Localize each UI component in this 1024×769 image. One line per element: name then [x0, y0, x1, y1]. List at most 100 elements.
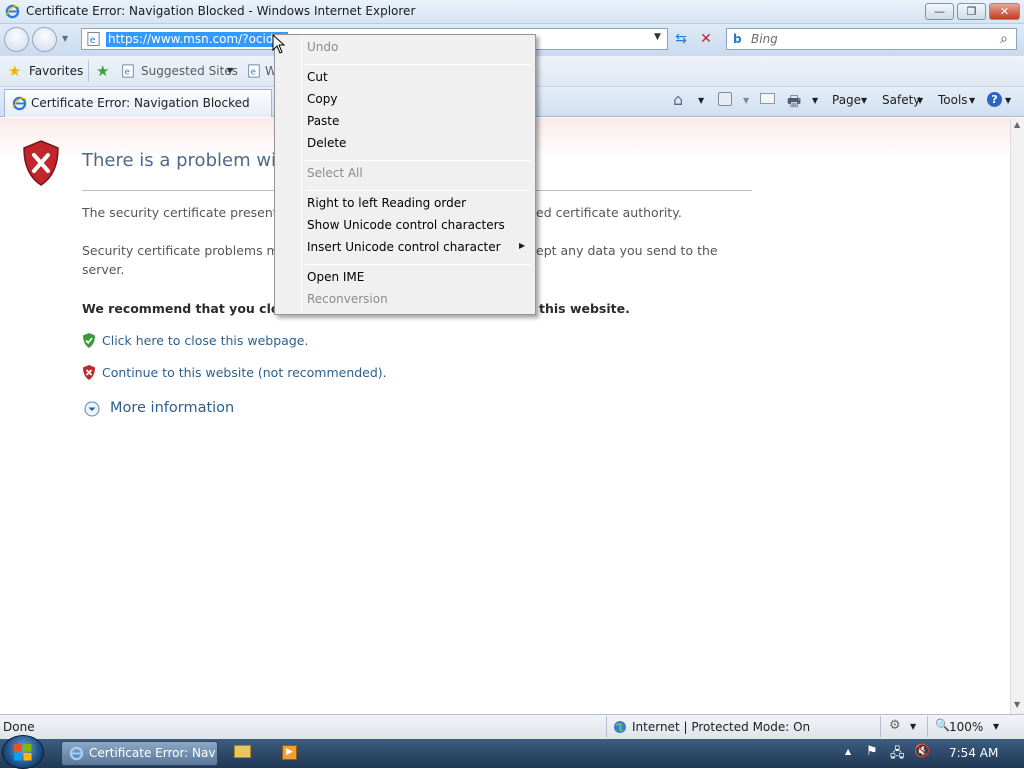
error-shield-icon — [23, 140, 59, 186]
window-title: Certificate Error: Navigation Blocked - … — [26, 4, 416, 18]
menu-item-copy[interactable]: Copy — [307, 92, 337, 106]
zoom-dropdown-icon[interactable]: ▼ — [993, 722, 999, 731]
menu-item-delete[interactable]: Delete — [307, 136, 346, 150]
action-center-flag-icon[interactable]: ⚑ — [866, 744, 878, 759]
vertical-scrollbar[interactable]: ▲ ▼ — [1010, 118, 1024, 714]
menu-item-open-ime[interactable]: Open IME — [307, 270, 364, 284]
media-player-icon[interactable]: ▶ — [282, 745, 297, 760]
more-information-link[interactable]: More information — [110, 400, 234, 416]
feeds-icon[interactable] — [718, 92, 732, 106]
continue-to-website-link[interactable]: Continue to this website (not recommende… — [102, 365, 387, 380]
restore-icon: ❐ — [966, 5, 977, 18]
menu-item-insert-unicode[interactable]: Insert Unicode control character — [307, 240, 501, 254]
menu-separator — [305, 190, 531, 191]
help-dropdown-icon[interactable]: ▼ — [1005, 96, 1011, 105]
close-webpage-link-text[interactable]: Click here to close this webpage. — [102, 333, 308, 348]
expand-more-info-icon[interactable] — [84, 401, 100, 417]
suggested-sites-dropdown-icon[interactable]: ▼ — [227, 66, 233, 75]
page-menu[interactable]: Page — [832, 93, 861, 107]
recommendation-left: We recommend that you clo — [82, 301, 280, 316]
continue-link-text[interactable]: Continue to this website (not recommende… — [102, 365, 387, 380]
menu-separator — [305, 64, 531, 65]
tools-menu[interactable]: Tools — [938, 93, 968, 107]
certificate-warning-line2: server. — [82, 262, 125, 277]
start-button[interactable] — [2, 735, 44, 769]
address-input[interactable]: https://www.msn.com/?ocid=i — [106, 32, 288, 47]
svg-text:e: e — [90, 35, 96, 46]
volume-muted-icon[interactable]: 🔇 — [914, 744, 930, 759]
home-dropdown-icon[interactable]: ▼ — [698, 96, 704, 105]
security-zone[interactable]: Internet | Protected Mode: On — [632, 720, 810, 734]
menu-item-show-unicode[interactable]: Show Unicode control characters — [307, 218, 505, 232]
folder-icon[interactable] — [234, 745, 251, 758]
mouse-cursor-icon — [272, 34, 286, 54]
status-text: Done — [3, 720, 35, 734]
zoom-icon[interactable]: 🔍 — [935, 718, 950, 732]
address-dropdown-icon[interactable]: ▼ — [654, 32, 661, 42]
menu-separator — [305, 160, 531, 161]
close-webpage-link[interactable]: Click here to close this webpage. — [102, 333, 308, 348]
page-icon: e — [87, 31, 100, 47]
menu-gutter — [301, 37, 302, 312]
home-icon[interactable]: ⌂ — [673, 90, 683, 109]
suggested-sites-link[interactable]: Suggested Sites — [141, 64, 238, 78]
scroll-up-icon[interactable]: ▲ — [1014, 120, 1020, 129]
recent-pages-dropdown-icon[interactable]: ▼ — [62, 34, 68, 43]
feeds-dropdown-icon[interactable]: ▼ — [743, 96, 749, 105]
ie-page-icon: e — [122, 64, 134, 78]
menu-item-select-all: Select All — [307, 166, 363, 180]
menu-item-reconversion: Reconversion — [307, 292, 388, 306]
recommendation-right: this website. — [539, 301, 630, 316]
error-heading: There is a problem with — [82, 150, 295, 171]
menu-item-paste[interactable]: Paste — [307, 114, 339, 128]
search-icon[interactable]: ⌕ — [1000, 31, 1008, 47]
green-shield-check-icon — [83, 333, 95, 348]
divider — [927, 716, 928, 737]
forward-button[interactable] — [32, 27, 57, 52]
certificate-warning-right: ept any data you send to the — [536, 243, 718, 258]
help-icon[interactable]: ? — [987, 92, 1002, 107]
page-dropdown-icon: ▼ — [861, 96, 868, 105]
menu-item-cut[interactable]: Cut — [307, 70, 328, 84]
minimize-icon: — — [934, 5, 945, 18]
title-bar[interactable]: Certificate Error: Navigation Blocked - … — [0, 0, 1024, 24]
system-clock[interactable]: 7:54 AM — [949, 746, 998, 760]
protected-mode-icon[interactable]: ⚙ — [889, 718, 901, 733]
red-shield-x-icon — [83, 365, 95, 380]
safety-menu[interactable]: Safety — [882, 93, 920, 107]
taskbar-ie-window-button[interactable]: Certificate Error: Nav... — [61, 741, 218, 766]
globe-icon — [614, 721, 626, 733]
protected-mode-dropdown-icon[interactable]: ▼ — [910, 722, 916, 731]
tab-label: Certificate Error: Navigation Blocked — [31, 96, 250, 110]
refresh-icon[interactable]: ⇆ — [670, 28, 692, 50]
add-to-favorites-icon[interactable]: ★ — [96, 62, 109, 80]
stop-icon[interactable]: ✕ — [695, 28, 717, 50]
search-box[interactable]: b Bing ⌕ — [726, 28, 1017, 50]
divider — [88, 60, 89, 82]
minimize-button[interactable]: — — [925, 3, 954, 20]
print-dropdown-icon[interactable]: ▼ — [812, 96, 818, 105]
tab-certificate-error[interactable]: Certificate Error: Navigation Blocked — [4, 89, 272, 117]
ie-taskbar-icon — [69, 746, 84, 761]
back-button[interactable] — [4, 27, 29, 52]
restore-button[interactable]: ❐ — [957, 3, 986, 20]
mail-icon[interactable] — [760, 93, 775, 104]
zoom-level[interactable]: 100% — [949, 720, 983, 734]
close-window-button[interactable]: ✕ — [989, 3, 1020, 20]
menu-item-right-to-left[interactable]: Right to left Reading order — [307, 196, 466, 210]
status-bar — [0, 714, 1024, 739]
favorites-button[interactable]: Favorites — [29, 64, 83, 78]
context-menu: Undo Cut Copy Paste Delete Select All Ri… — [274, 34, 536, 315]
network-icon[interactable]: 🖧 — [890, 744, 905, 766]
taskbar-window-label: Certificate Error: Nav... — [89, 746, 215, 760]
show-hidden-icons-icon[interactable]: ▲ — [845, 747, 851, 756]
favorites-star-icon: ★ — [8, 62, 22, 80]
certificate-warning-left: Security certificate problems ma — [82, 243, 287, 258]
print-icon[interactable]: 🖶 — [787, 91, 801, 116]
svg-text:e: e — [251, 68, 256, 78]
search-input[interactable]: Bing — [751, 32, 778, 46]
svg-text:e: e — [125, 68, 130, 78]
bing-logo-icon: b — [733, 32, 742, 46]
divider — [880, 716, 881, 737]
scroll-down-icon[interactable]: ▼ — [1014, 700, 1020, 709]
